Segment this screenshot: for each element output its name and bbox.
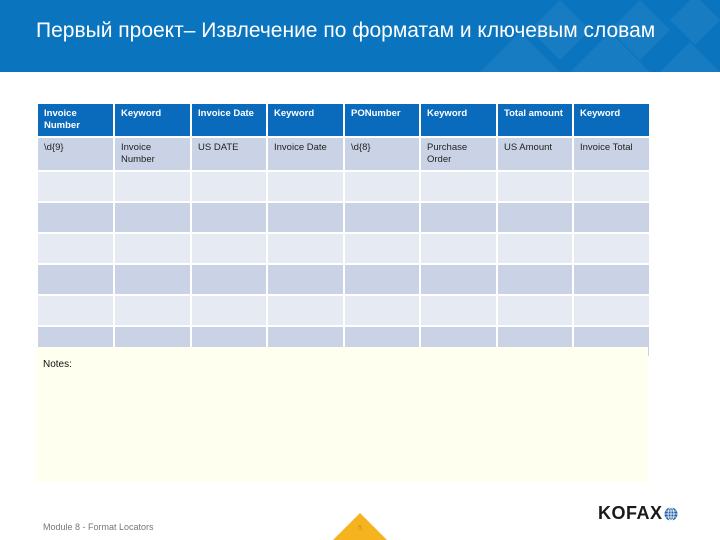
table-cell[interactable] bbox=[496, 232, 574, 265]
table-cell[interactable] bbox=[419, 294, 498, 327]
notes-label: Notes: bbox=[43, 359, 72, 370]
table-cell[interactable] bbox=[113, 170, 192, 203]
table-cell[interactable] bbox=[266, 170, 345, 203]
column-header-keyword: Keyword bbox=[419, 102, 498, 138]
table-cell[interactable] bbox=[343, 263, 421, 296]
notes-area[interactable]: Notes: bbox=[36, 347, 648, 482]
table-cell[interactable]: Invoice Date bbox=[266, 136, 345, 172]
table-cell[interactable] bbox=[572, 232, 651, 265]
column-header-keyword: Keyword bbox=[266, 102, 345, 138]
table-row bbox=[36, 232, 651, 265]
table-cell[interactable] bbox=[36, 170, 115, 203]
table-row bbox=[36, 201, 651, 234]
table-cell[interactable] bbox=[190, 294, 268, 327]
table-cell[interactable]: Invoice Total bbox=[572, 136, 651, 172]
column-header-keyword: Keyword bbox=[572, 102, 651, 138]
module-footer: Module 8 - Format Locators bbox=[43, 522, 154, 532]
table-cell[interactable] bbox=[266, 263, 345, 296]
table-cell[interactable]: US Amount bbox=[496, 136, 574, 172]
table-cell[interactable]: US DATE bbox=[190, 136, 268, 172]
table-cell[interactable]: \d{9} bbox=[36, 136, 115, 172]
logo-text: KOFAX bbox=[598, 503, 663, 523]
table-cell[interactable]: \d{8} bbox=[343, 136, 421, 172]
table-row bbox=[36, 294, 651, 327]
table-header-row: Invoice Number Keyword Invoice Date Keyw… bbox=[36, 102, 651, 138]
table-cell[interactable] bbox=[113, 263, 192, 296]
globe-icon bbox=[664, 506, 678, 521]
table-cell[interactable] bbox=[419, 263, 498, 296]
table-cell[interactable] bbox=[343, 201, 421, 234]
table-cell[interactable] bbox=[190, 201, 268, 234]
column-header-invoice-date: Invoice Date bbox=[190, 102, 268, 138]
table-cell[interactable] bbox=[572, 263, 651, 296]
table-row: \d{9} Invoice Number US DATE Invoice Date \d… bbox=[36, 136, 651, 172]
table-cell[interactable] bbox=[572, 294, 651, 327]
table-cell[interactable] bbox=[343, 294, 421, 327]
table-cell[interactable] bbox=[266, 201, 345, 234]
table-cell[interactable] bbox=[113, 232, 192, 265]
column-header-total-amount: Total amount bbox=[496, 102, 574, 138]
page-number: 5 bbox=[358, 525, 362, 532]
table-cell[interactable]: Invoice Number bbox=[113, 136, 192, 172]
table-cell[interactable] bbox=[343, 232, 421, 265]
column-header-keyword: Keyword bbox=[113, 102, 192, 138]
slide-header: Первый проект– Извлечение по форматам и … bbox=[0, 0, 720, 72]
table-cell[interactable] bbox=[36, 263, 115, 296]
table-cell[interactable] bbox=[266, 294, 345, 327]
table-cell[interactable] bbox=[419, 170, 498, 203]
table-row bbox=[36, 170, 651, 203]
table-cell[interactable] bbox=[113, 201, 192, 234]
table-cell[interactable] bbox=[113, 294, 192, 327]
kofax-logo: KOFAX bbox=[598, 503, 678, 524]
table-cell[interactable] bbox=[190, 232, 268, 265]
table-cell[interactable] bbox=[266, 232, 345, 265]
table-cell[interactable] bbox=[496, 294, 574, 327]
table-cell[interactable] bbox=[36, 294, 115, 327]
table-cell[interactable] bbox=[36, 232, 115, 265]
table-cell[interactable] bbox=[496, 263, 574, 296]
table-cell[interactable] bbox=[419, 232, 498, 265]
slide-title: Первый проект– Извлечение по форматам и … bbox=[36, 19, 656, 42]
table-cell[interactable] bbox=[343, 170, 421, 203]
column-header-ponumber: PONumber bbox=[343, 102, 421, 138]
table-cell[interactable] bbox=[572, 201, 651, 234]
table-cell[interactable] bbox=[496, 201, 574, 234]
table-cell[interactable] bbox=[190, 170, 268, 203]
table-cell[interactable] bbox=[496, 170, 574, 203]
table-row bbox=[36, 263, 651, 296]
format-keyword-table: Invoice Number Keyword Invoice Date Keyw… bbox=[36, 102, 651, 358]
table-cell[interactable] bbox=[419, 201, 498, 234]
table-cell[interactable] bbox=[190, 263, 268, 296]
column-header-invoice-number: Invoice Number bbox=[36, 102, 115, 138]
table-cell[interactable] bbox=[572, 170, 651, 203]
table-cell[interactable]: Purchase Order bbox=[419, 136, 498, 172]
table-cell[interactable] bbox=[36, 201, 115, 234]
